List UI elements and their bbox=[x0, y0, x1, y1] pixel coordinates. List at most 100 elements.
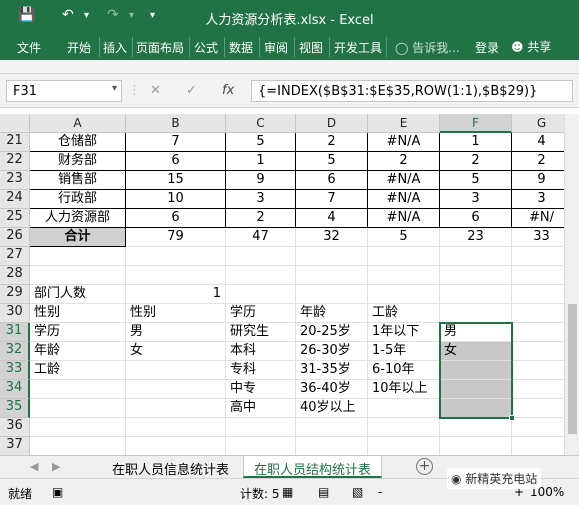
cell-a21[interactable]: 仓储部 bbox=[30, 133, 126, 152]
cell-e24[interactable]: #N/A bbox=[368, 190, 440, 209]
row-header[interactable]: 35 bbox=[0, 399, 30, 418]
col-header-b[interactable]: B bbox=[126, 114, 226, 133]
row-header[interactable]: 21 bbox=[0, 133, 30, 152]
cell-e37[interactable] bbox=[368, 437, 440, 455]
tab-insert[interactable]: 插入 bbox=[103, 39, 127, 56]
cell-d27[interactable] bbox=[296, 247, 368, 266]
cell-c34[interactable]: 中专 bbox=[226, 380, 296, 399]
cell-g30[interactable] bbox=[512, 304, 572, 323]
cell-c28[interactable] bbox=[226, 266, 296, 285]
cell-f28[interactable] bbox=[440, 266, 512, 285]
next-sheet-icon[interactable]: ▶ bbox=[52, 460, 60, 473]
cell-d37[interactable] bbox=[296, 437, 368, 455]
cell-a25[interactable]: 人力资源部 bbox=[30, 209, 126, 228]
cell-f29[interactable] bbox=[440, 285, 512, 304]
tab-home[interactable]: 开始 bbox=[67, 39, 91, 56]
cell-d21[interactable]: 2 bbox=[296, 133, 368, 152]
cell-b32[interactable]: 女 bbox=[126, 342, 226, 361]
enter-icon[interactable]: ✓ bbox=[186, 83, 197, 98]
cell-g27[interactable] bbox=[512, 247, 572, 266]
cell-g33[interactable] bbox=[512, 361, 572, 380]
col-header-a[interactable]: A bbox=[30, 114, 126, 133]
cell-a27[interactable] bbox=[30, 247, 126, 266]
cell-a37[interactable] bbox=[30, 437, 126, 455]
cell-g37[interactable] bbox=[512, 437, 572, 455]
cell-b24[interactable]: 10 bbox=[126, 190, 226, 209]
cell-g26[interactable]: 33 bbox=[512, 228, 572, 247]
cell-f25[interactable]: 6 bbox=[440, 209, 512, 228]
cell-b36[interactable] bbox=[126, 418, 226, 437]
cell-f35[interactable] bbox=[440, 399, 512, 418]
cell-e35[interactable] bbox=[368, 399, 440, 418]
zoom-out-button[interactable]: - bbox=[378, 485, 382, 499]
cell-e23[interactable]: #N/A bbox=[368, 171, 440, 190]
row-header[interactable]: 25 bbox=[0, 209, 30, 228]
row-header[interactable]: 34 bbox=[0, 380, 30, 399]
cell-f34[interactable] bbox=[440, 380, 512, 399]
cell-a36[interactable] bbox=[30, 418, 126, 437]
cell-e21[interactable]: #N/A bbox=[368, 133, 440, 152]
cell-e26[interactable]: 5 bbox=[368, 228, 440, 247]
cell-e30[interactable]: 工龄 bbox=[368, 304, 440, 323]
cell-f30[interactable] bbox=[440, 304, 512, 323]
cell-d36[interactable] bbox=[296, 418, 368, 437]
col-header-d[interactable]: D bbox=[296, 114, 368, 133]
cell-c25[interactable]: 2 bbox=[226, 209, 296, 228]
col-header-c[interactable]: C bbox=[226, 114, 296, 133]
tab-formulas[interactable]: 公式 bbox=[194, 39, 218, 56]
cell-c30[interactable]: 学历 bbox=[226, 304, 296, 323]
select-all-corner[interactable] bbox=[0, 114, 30, 133]
cell-d30[interactable]: 年龄 bbox=[296, 304, 368, 323]
name-box[interactable]: F31 ▾ bbox=[6, 80, 122, 102]
cell-g32[interactable] bbox=[512, 342, 572, 361]
cell-d22[interactable]: 5 bbox=[296, 152, 368, 171]
add-sheet-button[interactable]: + bbox=[416, 458, 433, 475]
row-header[interactable]: 24 bbox=[0, 190, 30, 209]
cell-b26[interactable]: 79 bbox=[126, 228, 226, 247]
insert-function-icon[interactable]: fx bbox=[222, 83, 234, 98]
cancel-icon[interactable]: ✕ bbox=[150, 83, 161, 98]
cell-a22[interactable]: 财务部 bbox=[30, 152, 126, 171]
vertical-scrollbar[interactable] bbox=[564, 114, 579, 455]
cell-g29[interactable] bbox=[512, 285, 572, 304]
cell-a29[interactable]: 部门人数 bbox=[30, 285, 126, 304]
cell-c24[interactable]: 3 bbox=[226, 190, 296, 209]
cell-d23[interactable]: 6 bbox=[296, 171, 368, 190]
formula-input[interactable]: {=INDEX($B$31:$E$35,ROW(1:1),$B$29)} bbox=[251, 80, 573, 102]
cell-c26[interactable]: 47 bbox=[226, 228, 296, 247]
cell-f36[interactable] bbox=[440, 418, 512, 437]
cell-c32[interactable]: 本科 bbox=[226, 342, 296, 361]
cell-b23[interactable]: 15 bbox=[126, 171, 226, 190]
cell-b34[interactable] bbox=[126, 380, 226, 399]
share-button[interactable]: ☻ 共享 bbox=[511, 38, 551, 55]
cell-c33[interactable]: 专科 bbox=[226, 361, 296, 380]
cell-f33[interactable] bbox=[440, 361, 512, 380]
tab-data[interactable]: 数据 bbox=[229, 39, 253, 56]
cell-f37[interactable] bbox=[440, 437, 512, 455]
cell-c37[interactable] bbox=[226, 437, 296, 455]
cell-a28[interactable] bbox=[30, 266, 126, 285]
sheet-tab-structure[interactable]: 在职人员结构统计表 bbox=[243, 456, 383, 478]
cell-g24[interactable]: 3 bbox=[512, 190, 572, 209]
page-break-view-icon[interactable]: ▧ bbox=[352, 485, 363, 499]
cell-a23[interactable]: 销售部 bbox=[30, 171, 126, 190]
cell-d28[interactable] bbox=[296, 266, 368, 285]
cell-f31[interactable]: 男 bbox=[440, 323, 512, 342]
cell-d25[interactable]: 4 bbox=[296, 209, 368, 228]
cell-b25[interactable]: 6 bbox=[126, 209, 226, 228]
cell-g36[interactable] bbox=[512, 418, 572, 437]
cell-c36[interactable] bbox=[226, 418, 296, 437]
cell-c27[interactable] bbox=[226, 247, 296, 266]
cell-e33[interactable]: 6-10年 bbox=[368, 361, 440, 380]
col-header-e[interactable]: E bbox=[368, 114, 440, 133]
macro-record-icon[interactable]: ▣ bbox=[52, 485, 63, 499]
row-header[interactable]: 29 bbox=[0, 285, 30, 304]
cell-g28[interactable] bbox=[512, 266, 572, 285]
cell-c21[interactable]: 5 bbox=[226, 133, 296, 152]
cell-g35[interactable] bbox=[512, 399, 572, 418]
cell-e36[interactable] bbox=[368, 418, 440, 437]
cell-b21[interactable]: 7 bbox=[126, 133, 226, 152]
cell-b27[interactable] bbox=[126, 247, 226, 266]
cell-e29[interactable] bbox=[368, 285, 440, 304]
cell-d24[interactable]: 7 bbox=[296, 190, 368, 209]
